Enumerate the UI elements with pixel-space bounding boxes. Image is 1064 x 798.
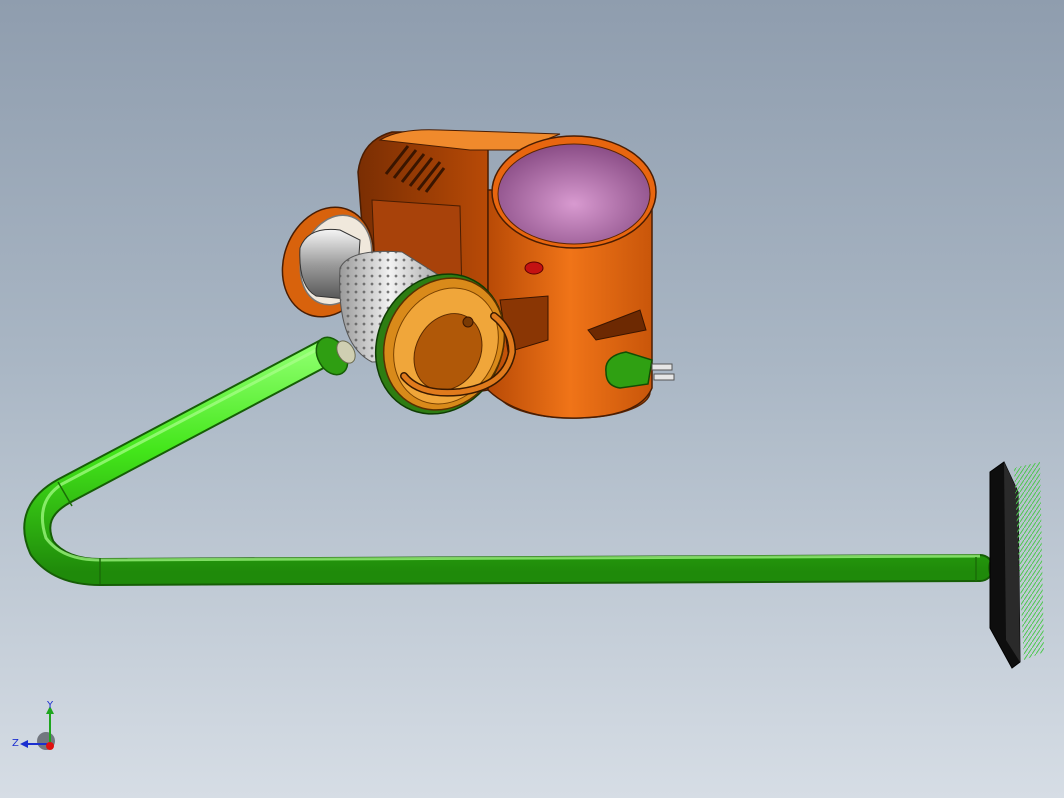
bin-opening — [497, 143, 651, 245]
floor-brush[interactable] — [989, 461, 1044, 669]
power-indicator-icon — [524, 261, 544, 275]
z-axis-label: Z — [12, 738, 19, 749]
cover-screw — [462, 316, 474, 328]
y-axis-label: Y — [46, 700, 54, 711]
model-scene[interactable]: Y Z — [0, 0, 1064, 798]
plug-prong — [653, 373, 675, 381]
plug-prong — [651, 363, 673, 371]
x-axis-dot-icon — [46, 742, 54, 750]
coordinate-triad: Y Z — [12, 700, 55, 750]
power-cord — [605, 351, 653, 389]
cad-viewport[interactable]: Y Z — [0, 0, 1064, 798]
